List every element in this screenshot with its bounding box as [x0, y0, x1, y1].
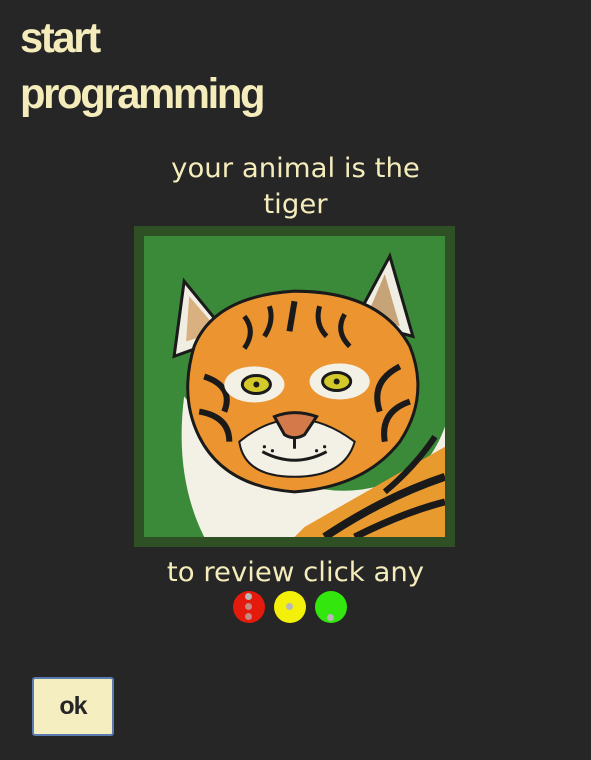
title-line-1: start [20, 14, 101, 62]
pip-icon [286, 603, 293, 610]
animal-message-line-1: your animal is the [171, 153, 420, 184]
animal-image-frame [134, 226, 455, 547]
page-title: start programming [20, 10, 266, 122]
pip-icon [245, 593, 252, 600]
animal-message-line-2: tiger [263, 189, 328, 220]
review-dot-yellow[interactable] [274, 591, 306, 623]
pip-icon [245, 603, 252, 610]
review-instruction: to review click any [166, 557, 425, 588]
animal-message: your animal is the tiger [0, 151, 591, 223]
review-dots [233, 591, 347, 623]
ok-button[interactable]: ok [32, 677, 114, 736]
tiger-image [144, 236, 445, 537]
pip-icon [327, 614, 334, 621]
title-line-2: programming [20, 70, 266, 118]
review-dot-green[interactable] [315, 591, 347, 623]
review-dot-red[interactable] [233, 591, 265, 623]
pip-icon [245, 613, 252, 620]
